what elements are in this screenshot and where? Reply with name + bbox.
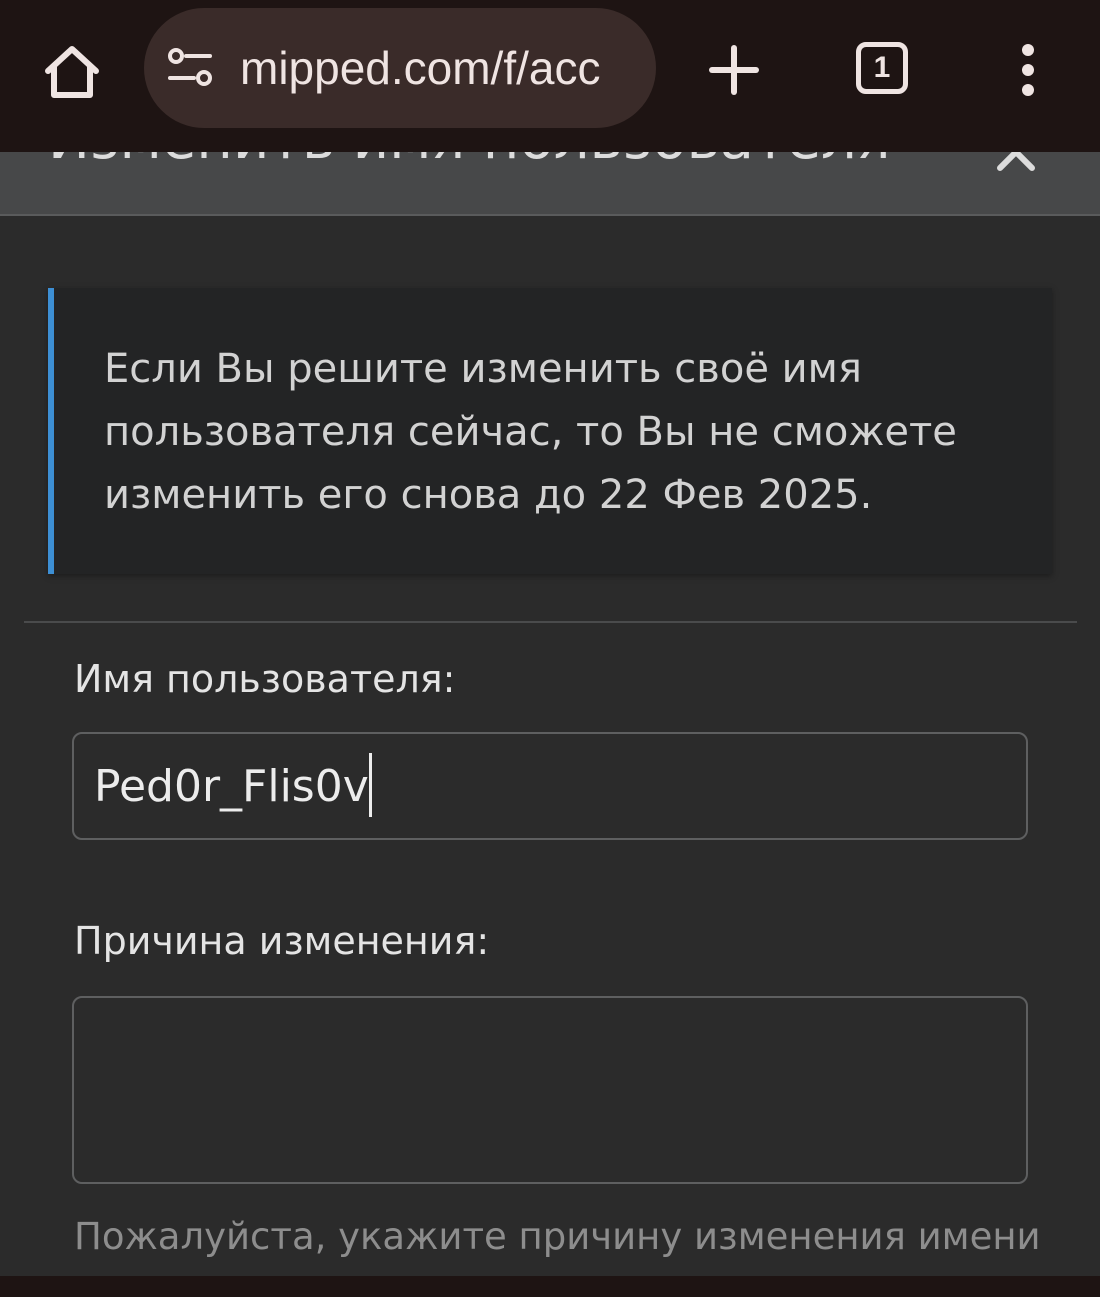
notice-text: Если Вы решите изменить своё имя пользов… [104, 346, 957, 518]
address-bar[interactable]: mipped.com/f/acc [144, 8, 656, 128]
site-settings-icon[interactable] [166, 46, 214, 90]
username-input-value[interactable]: Ped0r_Flis0v [94, 753, 372, 817]
dialog-header: Изменить имя пользователя [0, 152, 1100, 216]
more-vertical-icon [1022, 44, 1034, 96]
username-label: Имя пользователя: [74, 657, 456, 701]
close-icon[interactable] [994, 152, 1038, 174]
url-text[interactable]: mipped.com/f/acc [240, 38, 630, 98]
home-icon [45, 46, 99, 98]
browser-toolbar: mipped.com/f/acc 1 [0, 0, 1100, 152]
browser-menu-button[interactable] [1000, 38, 1056, 102]
new-tab-button[interactable] [700, 36, 768, 104]
reason-label: Причина изменения: [74, 919, 490, 963]
reason-hint: Пожалуйста, укажите причину изменения им… [74, 1215, 1041, 1258]
system-navigation-bar [0, 1276, 1100, 1297]
username-input[interactable]: Ped0r_Flis0v [72, 732, 1028, 840]
notice-block: Если Вы решите изменить своё имя пользов… [48, 288, 1052, 574]
text-caret [368, 753, 372, 817]
reason-textarea[interactable] [72, 996, 1028, 1184]
tab-count: 1 [873, 51, 891, 84]
dialog-title: Изменить имя пользователя [48, 152, 891, 180]
divider [24, 621, 1077, 623]
plus-icon [709, 45, 759, 95]
tab-switcher-button[interactable]: 1 [856, 42, 908, 94]
home-button[interactable] [30, 30, 114, 114]
